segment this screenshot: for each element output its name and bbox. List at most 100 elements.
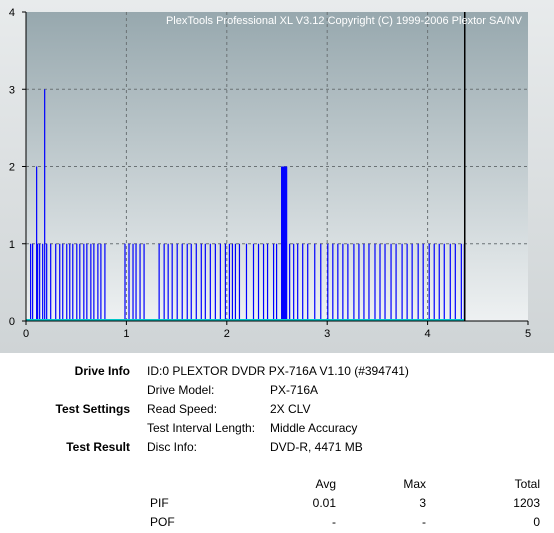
chart-bar	[190, 243, 192, 321]
chart-bar	[224, 243, 226, 321]
results-row-max: -	[422, 515, 426, 529]
chart-bar	[449, 243, 451, 321]
test-settings-header: Test Settings	[55, 402, 130, 416]
chart-bar	[293, 243, 295, 321]
y-tick-label: 3	[9, 84, 15, 96]
chart-bar	[214, 243, 216, 321]
chart-bar	[307, 243, 309, 321]
drive-info-header: Drive Info	[74, 364, 130, 378]
chart-bar	[228, 243, 231, 321]
chart-bar	[257, 243, 260, 321]
chart-bar	[363, 243, 365, 321]
chart-bar	[438, 243, 440, 321]
y-tick-label: 4	[9, 7, 15, 19]
chart-bar	[245, 243, 248, 321]
chart-bar	[422, 243, 424, 321]
results-row-max: 3	[419, 496, 426, 510]
chart-bar	[143, 243, 145, 321]
drive-model-value: PX-716A	[270, 383, 319, 397]
chart-bar	[176, 243, 178, 321]
chart-bar	[390, 243, 392, 321]
chart-bar	[337, 243, 339, 321]
chart-bar	[167, 243, 169, 321]
chart-bar	[286, 166, 288, 321]
x-tick-label: 4	[425, 328, 431, 340]
interval-value: Middle Accuracy	[270, 421, 358, 435]
chart-bar	[139, 243, 141, 321]
chart-bar	[163, 243, 165, 321]
chart-bar	[443, 243, 445, 321]
results-row-total: 1203	[513, 496, 540, 510]
chart-bar	[368, 243, 370, 321]
chart-bar	[347, 243, 349, 321]
chart-bar	[42, 243, 44, 321]
disc-info-label: Disc Info:	[147, 440, 198, 454]
chart-bar	[332, 243, 334, 321]
chart-bar	[50, 243, 52, 321]
drive-id: ID:0 PLEXTOR DVDR PX-716A V1.10 (#394741…	[147, 364, 409, 378]
chart-bar	[62, 243, 64, 321]
chart-bar	[289, 243, 291, 321]
chart-bar	[76, 243, 78, 321]
chart-bar	[252, 243, 255, 321]
chart-bar	[69, 243, 71, 321]
chart-bar	[124, 243, 126, 321]
chart-bar	[379, 243, 381, 321]
y-tick-label: 1	[9, 239, 15, 251]
drive-model-label: Drive Model:	[147, 383, 215, 397]
chart-bar	[417, 243, 419, 321]
chart-bar	[219, 243, 221, 321]
chart-bar	[275, 243, 278, 321]
chart-bar	[32, 243, 34, 321]
chart-bar	[272, 243, 275, 321]
chart-bar	[231, 243, 234, 321]
pif-chart: 0 1 2 3 4 5 0 1 2 3 4 PlexTools Professional XL V3.…	[9, 7, 531, 340]
chart-bar	[181, 243, 183, 321]
chart-bar	[104, 243, 106, 321]
chart-bar	[83, 243, 85, 321]
chart-bar	[128, 243, 130, 321]
read-speed-value: 2X CLV	[270, 402, 311, 416]
chart-bar	[406, 243, 408, 321]
disc-info-value: DVD-R, 4471 MB	[270, 440, 363, 454]
y-tick-label: 0	[9, 316, 15, 328]
chart-bar	[297, 243, 299, 321]
chart-bar	[428, 243, 430, 321]
chart-bar	[204, 243, 206, 321]
read-speed-label: Read Speed:	[147, 402, 218, 416]
results-header-total: Total	[514, 477, 540, 491]
chart-bar	[262, 243, 265, 321]
chart-bar	[314, 243, 316, 321]
chart-bar	[59, 243, 61, 321]
chart-bar	[395, 243, 397, 321]
chart-bar	[39, 243, 41, 321]
chart-bar	[342, 243, 344, 321]
chart-bar	[93, 243, 95, 321]
chart-bar	[55, 243, 57, 321]
chart-bar	[37, 243, 39, 321]
chart-bar	[171, 243, 173, 321]
chart-bar	[44, 89, 46, 321]
chart-bar	[132, 243, 134, 321]
results-row-total: 0	[533, 515, 540, 529]
chart-bar	[158, 243, 160, 321]
chart-bar	[30, 243, 32, 321]
results-row-avg: -	[332, 515, 336, 529]
chart-bar	[79, 243, 81, 321]
results-header-avg: Avg	[315, 477, 336, 491]
chart-bar	[401, 243, 403, 321]
chart-bar	[46, 243, 48, 321]
chart-bar	[86, 243, 88, 321]
chart-bar	[66, 243, 68, 321]
x-tick-label: 3	[324, 328, 330, 340]
chart-bar	[384, 243, 386, 321]
chart-bar	[460, 243, 462, 321]
chart-bar	[266, 243, 269, 321]
chart-bar	[353, 243, 355, 321]
chart-bar	[433, 243, 435, 321]
chart-bar	[234, 243, 237, 321]
chart-bar	[72, 243, 74, 321]
results-row-avg: 0.01	[312, 496, 336, 510]
x-tick-label: 2	[224, 328, 230, 340]
chart-bar	[327, 243, 329, 321]
